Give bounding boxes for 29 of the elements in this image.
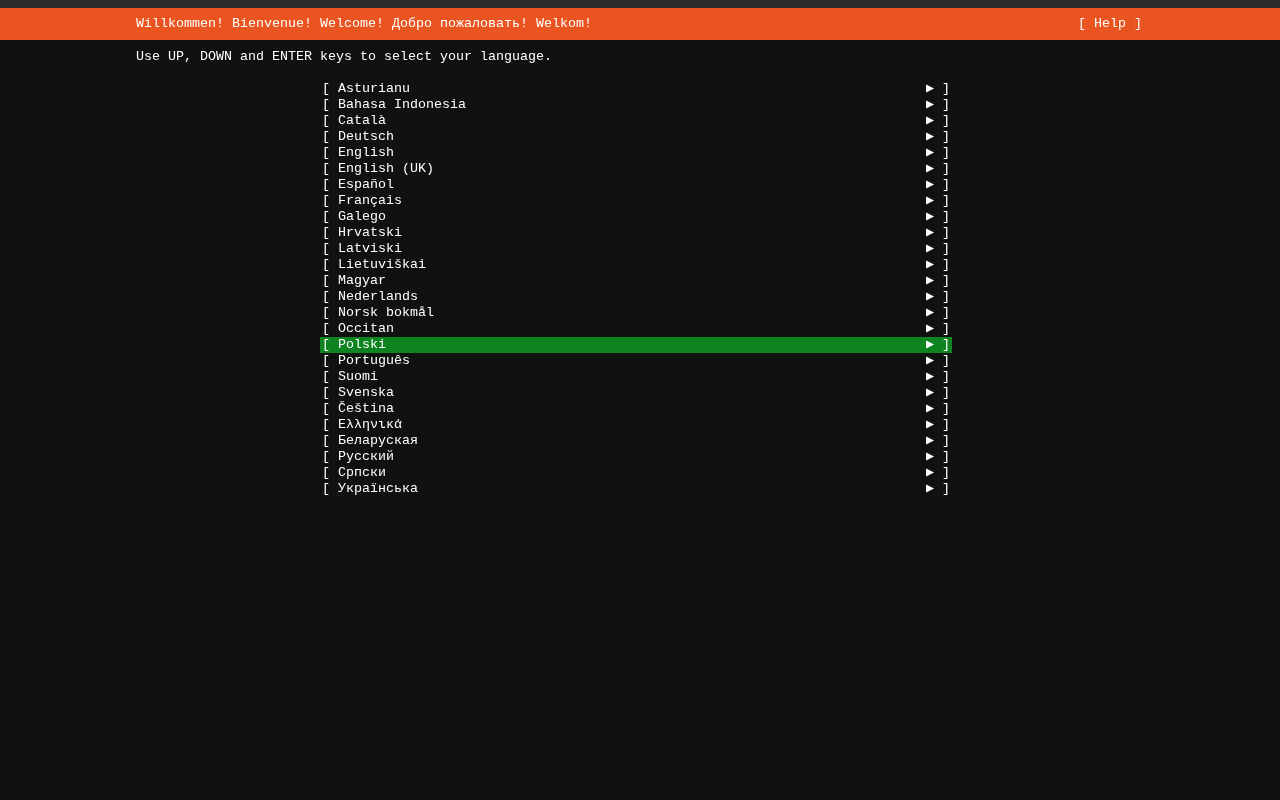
language-option[interactable]: [ Magyar ▶ ]: [320, 273, 952, 289]
instruction-text: Use UP, DOWN and ENTER keys to select your language.: [136, 49, 553, 65]
language-option[interactable]: [ Português ▶ ]: [320, 353, 952, 369]
help-button[interactable]: [ Help ]: [1078, 16, 1142, 32]
language-option[interactable]: [ Bahasa Indonesia ▶ ]: [320, 97, 952, 113]
language-option[interactable]: [ Asturianu ▶ ]: [320, 81, 952, 97]
language-option[interactable]: [ Occitan ▶ ]: [320, 321, 952, 337]
language-option[interactable]: [ Suomi ▶ ]: [320, 369, 952, 385]
language-option[interactable]: [ Norsk bokmål ▶ ]: [320, 305, 952, 321]
language-option[interactable]: [ Español ▶ ]: [320, 177, 952, 193]
language-option[interactable]: [ Hrvatski ▶ ]: [320, 225, 952, 241]
language-option[interactable]: [ Svenska ▶ ]: [320, 385, 952, 401]
language-option[interactable]: [ Čeština ▶ ]: [320, 401, 952, 417]
language-option[interactable]: [ Nederlands ▶ ]: [320, 289, 952, 305]
language-option[interactable]: [ Српски ▶ ]: [320, 465, 952, 481]
welcome-title: Willkommen! Bienvenue! Welcome! Добро пожаловать! Welkom!: [136, 16, 592, 32]
language-option[interactable]: [ English ▶ ]: [320, 145, 952, 161]
language-option[interactable]: [ Français ▶ ]: [320, 193, 952, 209]
language-option[interactable]: [ English (UK) ▶ ]: [320, 161, 952, 177]
language-option[interactable]: [ Русский ▶ ]: [320, 449, 952, 465]
language-option[interactable]: [ Lietuviškai ▶ ]: [320, 257, 952, 273]
language-option[interactable]: [ Ελληνικά ▶ ]: [320, 417, 952, 433]
language-option[interactable]: [ Latviski ▶ ]: [320, 241, 952, 257]
language-option[interactable]: [ Galego ▶ ]: [320, 209, 952, 225]
language-option[interactable]: [ Polski ▶ ]: [320, 337, 952, 353]
language-option[interactable]: [ Català ▶ ]: [320, 113, 952, 129]
language-option[interactable]: [ Українська ▶ ]: [320, 481, 952, 497]
language-option[interactable]: [ Беларуская ▶ ]: [320, 433, 952, 449]
language-option[interactable]: [ Deutsch ▶ ]: [320, 129, 952, 145]
